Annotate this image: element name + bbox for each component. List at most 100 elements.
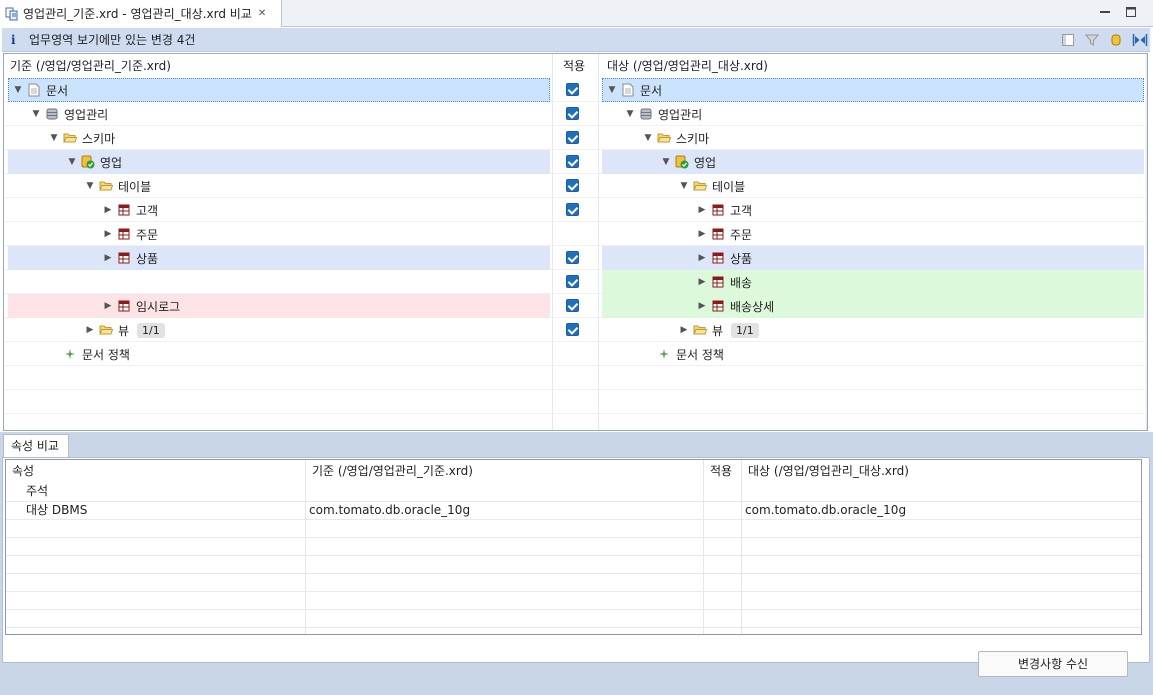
left-tree-node[interactable]: ▼ 스키마 [48,126,116,150]
left-tree-node[interactable]: ▼ 테이블 [84,174,152,198]
right-tree-node[interactable]: ▼ 테이블 [678,174,746,198]
apply-checkbox[interactable] [566,203,579,216]
expand-arrow-icon[interactable]: ▶ [696,277,708,287]
tree-node-label: 뷰 [118,323,130,338]
left-tree-node[interactable]: ▶ 고객 [102,198,159,222]
expand-arrow-icon[interactable]: ▶ [696,229,708,239]
tab-property-compare[interactable]: 속성 비교 [3,434,69,458]
tree-node-label: 스키마 [676,131,710,146]
apply-checkbox[interactable] [566,275,579,288]
right-tree-node[interactable]: ▼ 영업 [660,150,716,174]
schema-check-icon [675,155,689,169]
apply-checkbox[interactable] [566,251,579,264]
document-icon [27,83,41,97]
expand-arrow-icon[interactable]: ▶ [696,253,708,263]
tree-node-label: 문서 정책 [676,347,724,362]
left-column-header: 기준 (/영업/영업관리_기준.xrd) [10,59,171,73]
tree-node-label: 영업관리 [64,107,109,122]
apply-checkbox[interactable] [566,83,579,96]
row-highlight [602,246,1144,270]
tree-node-label: 주문 [136,227,159,242]
collapse-arrow-icon[interactable]: ▼ [48,133,60,143]
expand-arrow-icon[interactable]: ▶ [102,301,114,311]
count-badge: 1/1 [137,322,165,338]
collapse-arrow-icon[interactable]: ▼ [30,109,42,119]
left-tree-node[interactable]: ▶ 주문 [102,222,159,246]
right-tree-node[interactable]: ▶ 고객 [696,198,753,222]
info-icon: i [11,32,16,47]
collapse-arrow-icon[interactable]: ▼ [66,157,78,167]
expand-arrow-icon[interactable]: ▶ [696,301,708,311]
right-tree-node[interactable]: ▼ 문서 [606,78,662,102]
tree-node-label: 상품 [730,251,753,266]
collapse-arrow-icon[interactable]: ▼ [12,85,24,95]
left-tree-node[interactable]: ▶ 임시로그 [102,294,181,318]
tree-node-label: 영업 [694,155,717,170]
right-tree-node[interactable]: ▼ 영업관리 [624,102,703,126]
apply-checkbox[interactable] [566,323,579,336]
right-tree-node[interactable]: ▶ 배송상세 [696,294,775,318]
apply-checkbox[interactable] [566,131,579,144]
tree-node-label: 주문 [730,227,753,242]
expand-arrow-icon[interactable]: ▶ [696,205,708,215]
right-tree-node[interactable]: 문서 정책 [642,342,724,366]
tree-node-label: 배송 [730,275,753,290]
tree-node-label: 고객 [730,203,753,218]
property-row-right-value: com.tomato.db.oracle_10g [745,503,907,517]
left-tree-node[interactable]: ▶ 상품 [102,246,159,270]
property-row-name[interactable]: 대상 DBMS [20,501,87,519]
collapse-arrow-icon[interactable]: ▼ [84,181,96,191]
property-row-name[interactable]: 주석 [20,482,48,500]
layout-icon[interactable] [1060,32,1076,48]
right-tree-node[interactable]: ▶ 배송 [696,270,753,294]
left-tree-node[interactable]: ▶ 뷰 1/1 [84,318,165,342]
table-icon [711,275,725,289]
apply-checkbox[interactable] [566,155,579,168]
right-tree-node[interactable]: ▶ 주문 [696,222,753,246]
tree-node-label: 고객 [136,203,159,218]
right-tree-node[interactable]: ▶ 상품 [696,246,753,270]
expand-arrow-icon[interactable]: ▶ [84,325,96,335]
table-icon [711,251,725,265]
tree-node-label: 상품 [136,251,159,266]
table-icon [117,299,131,313]
table-icon [711,203,725,217]
receive-changes-button[interactable]: 변경사항 수신 [978,651,1128,677]
property-header-name: 속성 [12,464,35,478]
collapse-arrow-icon[interactable]: ▼ [678,181,690,191]
collapse-arrow-icon[interactable]: ▼ [606,85,618,95]
property-header-left: 기준 (/영업/영업관리_기준.xrd) [312,464,473,478]
property-header-right: 대상 (/영업/영업관리_대상.xrd) [748,464,909,478]
editor-tab[interactable]: 영업관리_기준.xrd - 영업관리_대상.xrd 비교 ✕ [0,0,282,27]
swap-compare-icon[interactable] [1132,32,1148,48]
filter-icon[interactable] [1084,32,1100,48]
right-tree-node[interactable]: ▼ 스키마 [642,126,710,150]
right-tree-node[interactable]: ▶ 뷰 1/1 [678,318,759,342]
close-icon[interactable]: ✕ [258,8,266,19]
apply-checkbox[interactable] [566,299,579,312]
collapse-arrow-icon[interactable]: ▼ [642,133,654,143]
left-tree-node[interactable]: 문서 정책 [48,342,130,366]
maximize-icon[interactable] [1125,6,1137,18]
property-table: 속성 기준 (/영업/영업관리_기준.xrd) 적용 대상 (/영업/영업관리_… [5,459,1142,635]
left-tree-node[interactable]: ▼ 영업 [66,150,122,174]
collapse-arrow-icon[interactable]: ▼ [624,109,636,119]
collapse-arrow-icon[interactable]: ▼ [660,157,672,167]
expand-arrow-icon[interactable]: ▶ [102,229,114,239]
row-highlight [8,294,550,318]
tree-node-label: 영업 [100,155,123,170]
tree-node-label: 문서 [46,83,69,98]
left-tree-node[interactable]: ▼ 문서 [12,78,68,102]
compare-toolbar [1060,32,1148,48]
table-icon [117,203,131,217]
info-bar: i 업무영역 보기에만 있는 변경 4건 [2,28,1150,52]
cylinder-icon[interactable] [1108,32,1124,48]
tree-node-label: 배송상세 [730,299,775,314]
expand-arrow-icon[interactable]: ▶ [102,253,114,263]
apply-checkbox[interactable] [566,179,579,192]
left-tree-node[interactable]: ▼ 영업관리 [30,102,109,126]
expand-arrow-icon[interactable]: ▶ [102,205,114,215]
minimize-icon[interactable] [1099,6,1111,18]
expand-arrow-icon[interactable]: ▶ [678,325,690,335]
apply-checkbox[interactable] [566,107,579,120]
